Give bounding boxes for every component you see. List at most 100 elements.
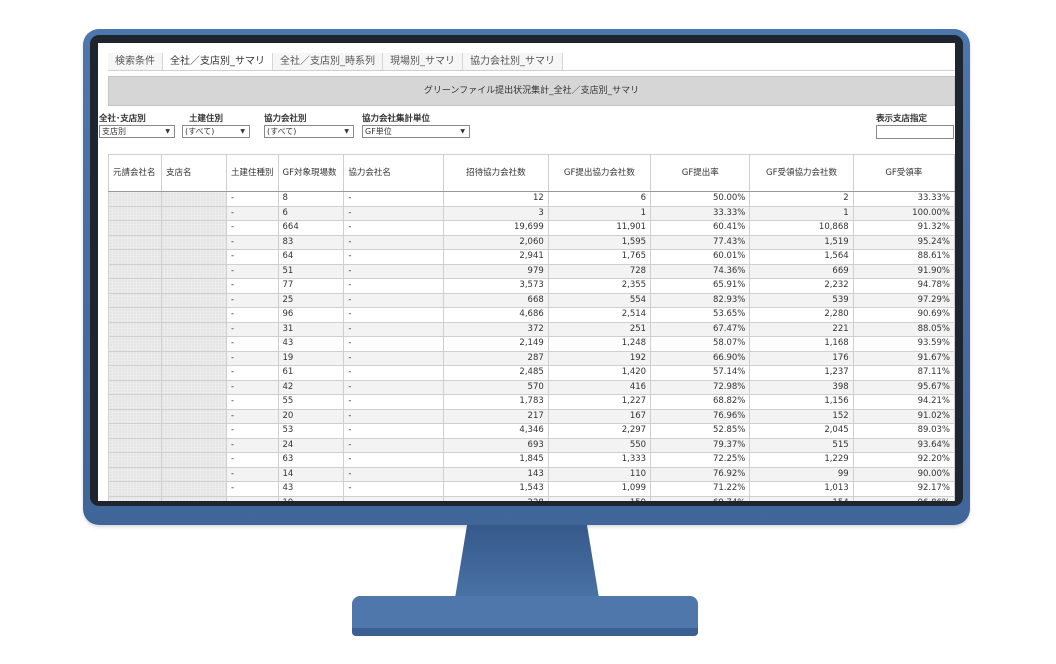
select-value: (すべて) bbox=[185, 127, 215, 136]
col-invited-partners[interactable]: 招待協力会社数 bbox=[442, 154, 549, 192]
invited-cell: 1,543 bbox=[442, 481, 549, 497]
work-type-select[interactable]: (すべて) ▼ bbox=[182, 125, 250, 138]
tab-site-summary[interactable]: 現場別_サマリ bbox=[383, 53, 463, 70]
received-cell: 2,045 bbox=[749, 423, 854, 439]
invited-cell: 372 bbox=[442, 321, 549, 337]
received-cell: 1,564 bbox=[749, 249, 854, 265]
gf-sites-cell: 83 bbox=[277, 234, 345, 250]
work-type-cell: - bbox=[225, 205, 279, 221]
col-gf-submitted-partners[interactable]: GF提出協力会社数 bbox=[547, 154, 652, 192]
submission-rate-cell: 79.37% bbox=[650, 437, 751, 453]
table-row: -42-570 416 72.98% 398 95.67% bbox=[108, 379, 955, 395]
submission-rate-cell: 58.07% bbox=[650, 336, 751, 352]
gf-sites-cell: 6 bbox=[277, 205, 345, 221]
monitor-stand-base bbox=[352, 596, 698, 636]
partner-name-cell: - bbox=[343, 481, 444, 497]
received-cell: 515 bbox=[749, 437, 854, 453]
contractor-cell bbox=[108, 220, 162, 236]
receipt-rate-cell: 92.17% bbox=[852, 481, 955, 497]
gf-sites-cell: 25 bbox=[277, 292, 345, 308]
submitted-cell: 167 bbox=[547, 408, 652, 424]
receipt-rate-cell: 94.78% bbox=[852, 278, 955, 294]
branch-cell bbox=[160, 495, 227, 501]
contractor-cell bbox=[108, 336, 162, 352]
gf-sites-cell: 24 bbox=[277, 437, 345, 453]
work-type-cell: - bbox=[225, 394, 279, 410]
partner-name-cell: - bbox=[343, 234, 444, 250]
contractor-cell bbox=[108, 394, 162, 410]
tab-company-branch-timeseries[interactable]: 全社／支店別_時系列 bbox=[273, 53, 383, 70]
branch-cell bbox=[160, 220, 227, 236]
col-gf-submission-rate[interactable]: GF提出率 bbox=[650, 154, 751, 192]
invited-cell: 2,941 bbox=[442, 249, 549, 265]
col-work-type[interactable]: 土建住種別 bbox=[225, 154, 279, 192]
select-value: (すべて) bbox=[267, 127, 297, 136]
branch-spec-input[interactable] bbox=[876, 125, 954, 139]
tab-partner-summary[interactable]: 協力会社別_サマリ bbox=[463, 53, 563, 70]
received-cell: 10,868 bbox=[749, 220, 854, 236]
filter-partner-unit: 協力会社集計単位 bbox=[362, 112, 430, 124]
received-cell: 99 bbox=[749, 466, 854, 482]
received-cell: 1,168 bbox=[749, 336, 854, 352]
partner-name-cell: - bbox=[343, 423, 444, 439]
table-header-row: 元請会社名 支店名 土建住種別 GF対象現場数 協力会社名 招待協力会社数 GF… bbox=[108, 154, 955, 192]
partner-type-select[interactable]: (すべて) ▼ bbox=[264, 125, 354, 138]
dropdown-arrow-icon: ▼ bbox=[165, 128, 170, 135]
tab-search-conditions[interactable]: 検索条件 bbox=[108, 53, 163, 70]
invited-cell: 979 bbox=[442, 263, 549, 279]
contractor-cell bbox=[108, 379, 162, 395]
submission-rate-cell: 53.65% bbox=[650, 307, 751, 323]
partner-name-cell: - bbox=[343, 263, 444, 279]
col-gf-receipt-rate[interactable]: GF受領率 bbox=[852, 154, 955, 192]
col-partner-name[interactable]: 協力会社名 bbox=[343, 154, 444, 192]
col-gf-sites[interactable]: GF対象現場数 bbox=[277, 154, 345, 192]
partner-name-cell: - bbox=[343, 379, 444, 395]
contractor-cell bbox=[108, 481, 162, 497]
work-type-cell: - bbox=[225, 263, 279, 279]
table-row: -51-979 728 74.36% 669 91.90% bbox=[108, 263, 955, 279]
receipt-rate-cell: 87.11% bbox=[852, 365, 955, 381]
contractor-cell bbox=[108, 249, 162, 265]
invited-cell: 12 bbox=[442, 191, 549, 207]
contractor-cell bbox=[108, 350, 162, 366]
submitted-cell: 2,514 bbox=[547, 307, 652, 323]
col-gf-received-partners[interactable]: GF受領協力会社数 bbox=[749, 154, 854, 192]
partner-name-cell: - bbox=[343, 365, 444, 381]
work-type-cell: - bbox=[225, 437, 279, 453]
submission-rate-cell: 60.41% bbox=[650, 220, 751, 236]
dropdown-arrow-icon: ▼ bbox=[240, 128, 245, 135]
branch-cell bbox=[160, 452, 227, 468]
submitted-cell: 2,297 bbox=[547, 423, 652, 439]
gf-sites-cell: 19 bbox=[277, 495, 345, 501]
submitted-cell: 1,099 bbox=[547, 481, 652, 497]
partner-unit-select[interactable]: GF単位 ▼ bbox=[362, 125, 470, 138]
submission-rate-cell: 66.90% bbox=[650, 350, 751, 366]
gf-sites-cell: 664 bbox=[277, 220, 345, 236]
submitted-cell: 554 bbox=[547, 292, 652, 308]
filter-label: 協力会社別 bbox=[264, 114, 307, 124]
contractor-cell bbox=[108, 191, 162, 207]
table-row: -24-693 550 79.37% 515 93.64% bbox=[108, 437, 955, 453]
work-type-cell: - bbox=[225, 220, 279, 236]
gf-sites-cell: 63 bbox=[277, 452, 345, 468]
table-row: -20-217 167 76.96% 152 91.02% bbox=[108, 408, 955, 424]
invited-cell: 570 bbox=[442, 379, 549, 395]
branch-cell bbox=[160, 350, 227, 366]
submitted-cell: 1,333 bbox=[547, 452, 652, 468]
col-branch[interactable]: 支店名 bbox=[160, 154, 227, 192]
table-row: -63-1,845 1,333 72.25% 1,229 92.20% bbox=[108, 452, 955, 468]
gf-sites-cell: 61 bbox=[277, 365, 345, 381]
filter-label: 土建住別 bbox=[189, 114, 224, 124]
contractor-cell bbox=[108, 365, 162, 381]
submitted-cell: 1,248 bbox=[547, 336, 652, 352]
branch-level-select[interactable]: 支店別 ▼ bbox=[99, 125, 175, 138]
work-type-cell: - bbox=[225, 321, 279, 337]
work-type-cell: - bbox=[225, 234, 279, 250]
table-row: -43-2,149 1,248 58.07% 1,168 93.59% bbox=[108, 336, 955, 352]
submission-rate-cell: 50.00% bbox=[650, 191, 751, 207]
col-contractor[interactable]: 元請会社名 bbox=[108, 154, 162, 192]
gf-sites-cell: 42 bbox=[277, 379, 345, 395]
gf-sites-cell: 19 bbox=[277, 350, 345, 366]
tab-company-branch-summary[interactable]: 全社／支店別_サマリ bbox=[163, 53, 273, 70]
contractor-cell bbox=[108, 423, 162, 439]
